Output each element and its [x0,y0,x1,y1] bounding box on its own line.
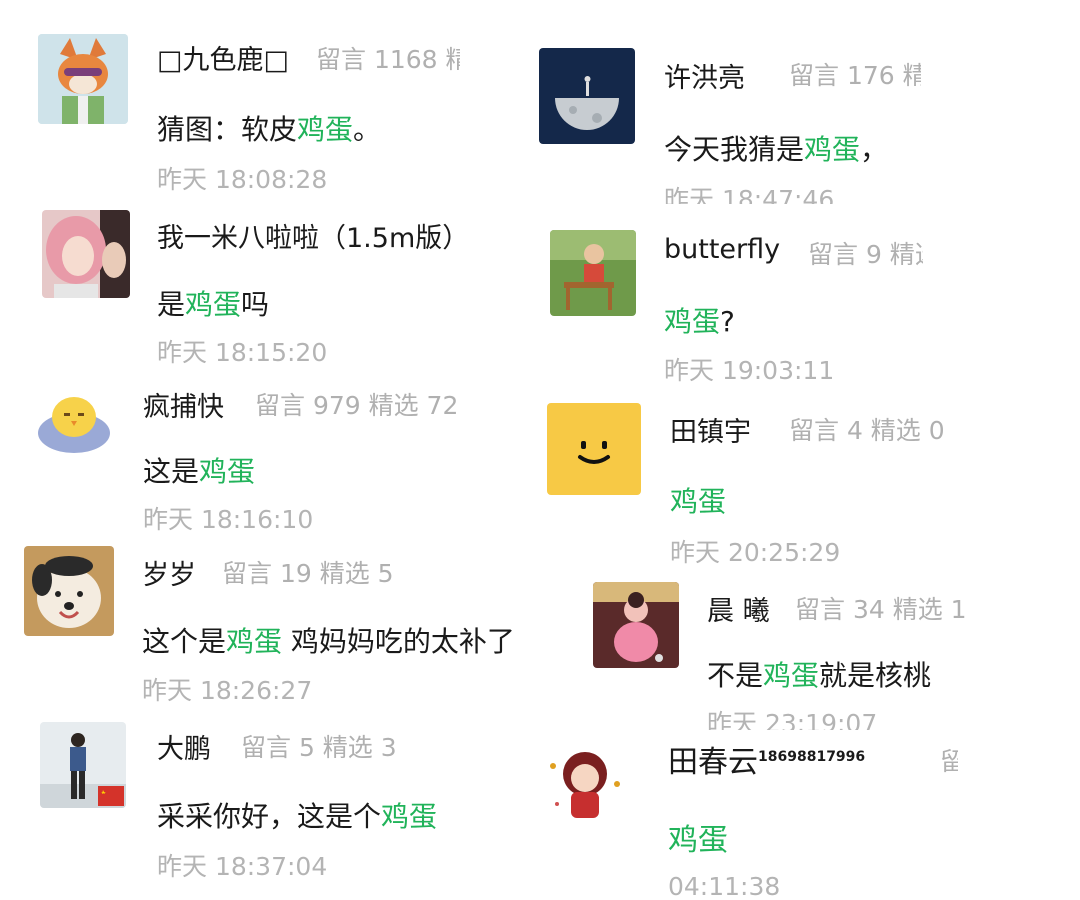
comment-text-part: 不是 [707,659,764,692]
commenter-name[interactable]: 大鹏 [157,727,211,766]
comment-text: 鸡蛋 [670,480,726,520]
chick-avatar[interactable] [34,383,114,463]
comment-text-part: 吗 [241,288,270,321]
commenter-name[interactable]: 晨 曦 [707,589,770,628]
comment-stats: 留言 19 精选 5 [222,559,394,588]
comment-time: 昨天 20:25:29 [670,538,841,567]
comment-text-part: 这个是 [142,625,227,658]
highlight-keyword: 鸡蛋 [670,485,727,518]
comment-time: 昨天 18:47:46 [664,185,835,204]
dog-avatar[interactable] [24,546,114,636]
comment-stats: 留言 1168 精 [316,45,460,74]
comment-text-part: 今天我猜是 [664,133,805,166]
comment-text: 鸡蛋 [668,815,728,859]
comment-text-part: 是 [157,288,186,321]
comment-text-part: ， [860,133,889,166]
cartoon-girl-avatar[interactable] [541,744,629,830]
comment-text: 鸡蛋? [664,300,735,340]
commenter-name[interactable]: 田春云18698817996 [668,737,865,781]
comment-text: 不是鸡蛋就是核桃 [707,654,931,694]
comment-text-part: 这是 [143,455,200,488]
highlight-keyword: 鸡蛋 [804,133,861,166]
man-avatar[interactable] [40,722,126,808]
moon-avatar[interactable] [539,48,635,144]
commenter-name[interactable]: 岁岁 [142,553,196,592]
comment-time: 昨天 18:16:10 [143,505,314,534]
comment-stats: 留 [940,747,958,776]
comment-stats: 留言 4 精选 0 [789,416,945,445]
smiley-avatar[interactable] [547,403,641,495]
comment-time: 04:11:38 [668,872,781,900]
kid-avatar[interactable] [550,230,636,316]
comment-time: 昨天 18:26:27 [142,676,313,705]
comment-text-part: 采采你好，这是个 [157,800,382,833]
comment-text-part: 就是核桃 [819,659,932,692]
comment-text: 猜图：软皮鸡蛋。 [157,108,381,148]
highlight-keyword: 鸡蛋 [381,800,438,833]
comment-text-part: ? [720,305,735,338]
comment-time: 昨天 18:08:28 [157,165,328,194]
highlight-keyword: 鸡蛋 [763,659,820,692]
commenter-name[interactable]: □九色鹿□ [157,38,289,77]
comment-text: 采采你好，这是个鸡蛋 [157,795,437,835]
comment-text-part: 鸡妈妈吃的太补了 [282,625,515,658]
comment-text-part: 。 [353,113,382,146]
highlight-keyword: 鸡蛋 [199,455,256,488]
commenter-name[interactable]: 田镇宇 [670,410,751,449]
comment-time: 昨天 18:15:20 [157,338,328,367]
commenter-phone: 18698817996 [758,749,866,765]
comment-text-part: 猜图：软皮 [157,113,298,146]
commenter-name-text: 田春云 [668,745,758,780]
comment-stats: 留言 5 精选 3 [241,733,397,762]
highlight-keyword: 鸡蛋 [297,113,354,146]
highlight-keyword: 鸡蛋 [185,288,242,321]
commenter-name[interactable]: 许洪亮 [664,56,745,95]
commenter-name[interactable]: 疯捕快 [143,385,224,424]
comment-text: 这是鸡蛋 [143,450,255,490]
comment-time: 昨天 19:03:11 [664,356,835,385]
comment-stats: 留言 176 精 [789,61,921,90]
doll-avatar[interactable] [593,582,679,668]
comment-stats: 留言 9 精选 [808,240,923,269]
comment-time: 昨天 23:19:07 [707,709,878,730]
fox-avatar[interactable] [38,34,128,124]
girl-avatar[interactable] [42,210,130,298]
commenter-name[interactable]: butterfly [664,234,780,265]
comment-stats: 留言 34 精选 1 [795,595,967,624]
comment-stats: 留言 979 精选 72 [255,391,457,420]
comment-text: 今天我猜是鸡蛋， [664,128,888,168]
comment-text: 这个是鸡蛋 鸡妈妈吃的太补了 [142,620,515,660]
highlight-keyword: 鸡蛋 [664,305,721,338]
comment-text: 是鸡蛋吗 [157,283,269,323]
highlight-keyword: 鸡蛋 [668,823,728,858]
comment-time: 昨天 18:37:04 [157,852,328,881]
highlight-keyword: 鸡蛋 [226,625,283,658]
commenter-name[interactable]: 我一米八啦啦（1.5m版） [157,216,469,255]
